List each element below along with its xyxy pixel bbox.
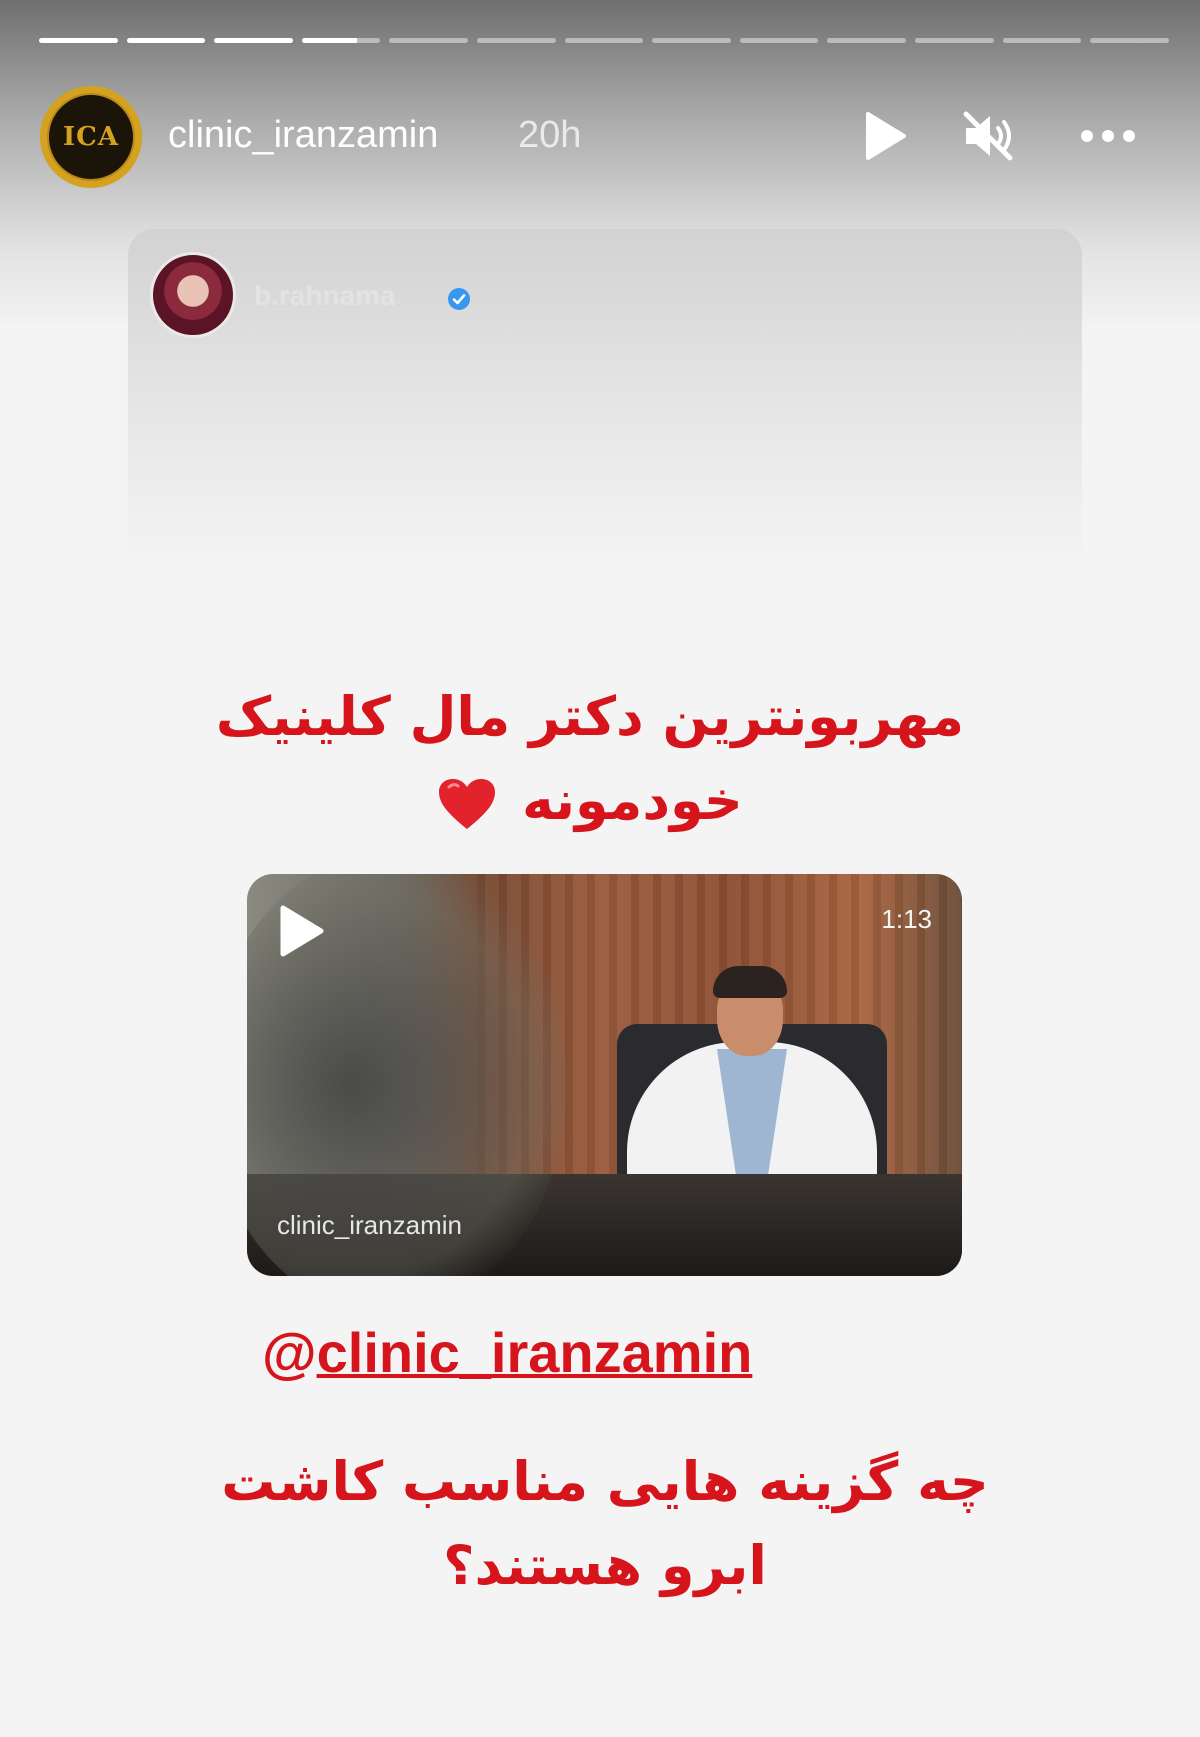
story-progress-bar: [39, 38, 1169, 44]
story-username[interactable]: clinic_iranzamin: [168, 114, 438, 157]
caption-line-2: خودمونه: [522, 768, 743, 832]
video-duration: 1:13: [881, 904, 932, 934]
red-heart-icon: [439, 779, 496, 830]
progress-segment: [739, 38, 819, 43]
mention-at: @: [262, 1321, 317, 1384]
progress-segment: [1002, 38, 1082, 43]
more-horizontal-icon: [1081, 130, 1135, 142]
video-thumbnail[interactable]: 1:13 clinic_iranzamin: [247, 874, 962, 1276]
caption-line-1: مهربونترین دکتر مال کلینیک: [215, 685, 965, 748]
progress-segment: [389, 38, 469, 43]
clinic-logo-icon[interactable]: ICA: [40, 86, 142, 188]
question-line-2: ابرو هستند؟: [443, 1533, 767, 1597]
question-text: چه گزینه هایی مناسب کاشت ابرو هستند؟: [190, 1440, 1020, 1607]
mute-button[interactable]: [958, 106, 1018, 166]
play-icon[interactable]: [277, 904, 325, 958]
verified-badge-icon: [448, 288, 470, 310]
progress-segment: [214, 38, 293, 43]
shared-post-avatar: [150, 252, 236, 338]
progress-segment: [477, 38, 556, 43]
play-icon: [866, 112, 906, 160]
mention-tag[interactable]: @clinic_iranzamin: [262, 1320, 862, 1385]
story-timestamp: 20h: [518, 114, 582, 156]
play-button[interactable]: [855, 106, 915, 166]
progress-segment: [564, 38, 644, 43]
progress-segment: [915, 38, 994, 43]
mention-handle: clinic_iranzamin: [316, 1321, 753, 1384]
progress-segment-fill: [214, 38, 293, 43]
question-line-1: چه گزینه هایی مناسب کاشت: [221, 1450, 989, 1513]
progress-segment: [652, 38, 731, 43]
progress-segment: [39, 38, 118, 43]
progress-segment-fill: [39, 38, 118, 43]
avatar-initials: ICA: [62, 122, 120, 152]
more-options-button[interactable]: [1078, 106, 1138, 166]
doctor-hair: [713, 966, 787, 998]
progress-segment-fill: [301, 38, 357, 43]
progress-segment-fill: [126, 38, 206, 43]
shared-post-username: b.rahnama: [254, 280, 396, 311]
progress-segment: [827, 38, 907, 43]
post-caption: مهربونترین دکتر مال کلینیک خودمونه: [190, 675, 990, 842]
progress-segment: [126, 38, 206, 43]
story-header: ICA clinic_iranzamin 20h: [0, 84, 1200, 194]
speaker-muted-icon: [963, 111, 1013, 161]
video-watermark: clinic_iranzamin: [277, 1210, 462, 1240]
progress-segment: [1090, 38, 1169, 43]
progress-segment: [301, 38, 381, 43]
